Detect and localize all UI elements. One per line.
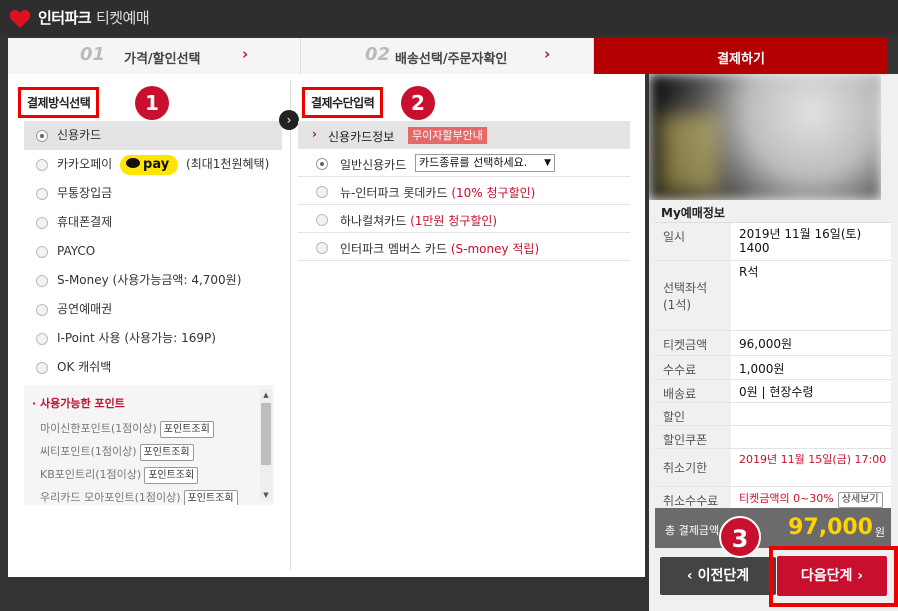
booking-info-table: 일시 2019년 11월 16일(토) 1400 선택좌석 (1석) R석 티켓… (655, 222, 891, 513)
column-divider (290, 80, 291, 570)
previous-step-button[interactable]: ‹ 이전단계 (660, 557, 776, 595)
radio-button[interactable] (316, 242, 328, 254)
payment-content: 결제방식선택 1 신용카드 카카오페이 pay (최대1천원혜택) 무통장입금 (8, 74, 645, 577)
radio-button[interactable] (316, 214, 328, 226)
radio-button[interactable] (316, 158, 328, 170)
total-amount-bar: 총 결제금액 97,000 원 (655, 508, 891, 548)
card-option-members[interactable]: 인터파크 멤버스 카드 (S-money 적립) (298, 233, 630, 261)
step-2[interactable]: 02 배송선택/주문자확인 › (301, 38, 594, 74)
detail-view-button[interactable]: 상세보기 (837, 492, 883, 508)
caret-right-icon: › (312, 127, 317, 141)
card-type-select[interactable]: 카드종류를 선택하세요. ▼ (415, 154, 555, 172)
radio-button[interactable] (36, 188, 48, 200)
radio-button[interactable] (316, 186, 328, 198)
card-options: 일반신용카드 카드종류를 선택하세요. ▼ 뉴-인터파크 롯데카드 (10% 청구… (298, 149, 630, 261)
total-amount: 97,000 (788, 515, 873, 540)
next-step-button[interactable]: 다음단계 › (777, 556, 887, 596)
method-ok-cashbag[interactable]: OK 캐쉬백 (24, 353, 282, 382)
step-1[interactable]: 01 가격/할인선택 › (8, 38, 301, 74)
info-row-seat: 선택좌석 (1석) R석 (655, 261, 891, 331)
dropdown-arrow-icon: ▼ (544, 158, 551, 168)
chevron-right-icon: › (544, 45, 551, 63)
method-bank-transfer[interactable]: 무통장입금 (24, 179, 282, 208)
points-row: KB포인트리(1점이상) 포인트조회 (40, 466, 199, 484)
top-header: 인터파크 티켓예매 (0, 0, 898, 36)
step-badge-1: 1 (135, 86, 169, 120)
info-row-ticket-price: 티켓금액 96,000원 (655, 331, 891, 356)
points-lookup-button[interactable]: 포인트조회 (144, 467, 199, 484)
kakaopay-logo: pay (120, 154, 179, 175)
info-row-coupon: 할인쿠폰 (655, 426, 891, 449)
poster-image (649, 74, 881, 200)
points-lookup-button[interactable]: 포인트조회 (159, 421, 214, 438)
interest-free-info-button[interactable]: 무이자할부안내 (408, 127, 487, 144)
step-1-number: 01 (80, 44, 106, 65)
method-ipoint[interactable]: I-Point 사용 (사용가능: 169P) (24, 324, 282, 353)
credit-card-info-header: › 신용카드정보 무이자할부안내 (298, 121, 630, 149)
radio-button[interactable] (36, 130, 48, 142)
info-row-cancel-deadline: 취소기한 2019년 11월 15일(금) 17:00 (655, 449, 891, 487)
info-row-discount: 할인 (655, 403, 891, 426)
chevron-right-icon: › (242, 45, 249, 63)
step-1-label: 가격/할인선택 (124, 52, 201, 67)
points-row: 마이신한포인트(1점이상) 포인트조회 (40, 420, 214, 438)
points-lookup-button[interactable]: 포인트조회 (139, 444, 194, 461)
method-payco[interactable]: PAYCO (24, 237, 282, 266)
heart-logo-icon (9, 10, 31, 28)
step-3-active[interactable]: 결제하기 (594, 38, 888, 74)
step-navigation: 01 가격/할인선택 › 02 배송선택/주문자확인 › 결제하기 (8, 38, 888, 74)
info-row-shipping: 배송료 0원 | 현장수령 (655, 380, 891, 403)
payment-method-list: 신용카드 카카오페이 pay (최대1천원혜택) 무통장입금 휴대폰결제 PAY… (24, 121, 282, 382)
step-2-label: 배송선택/주문자확인 (395, 52, 508, 67)
radio-button[interactable] (36, 159, 48, 171)
available-points-box: · 사용가능한 포인트 마이신한포인트(1점이상) 포인트조회 씨티포인트(1점이… (24, 385, 274, 505)
step-2-number: 02 (365, 44, 391, 65)
points-scrollbar[interactable]: ▲ ▼ (260, 389, 272, 501)
step-badge-2: 2 (401, 86, 435, 120)
payment-method-title: 결제방식선택 (18, 87, 100, 118)
info-row-fee: 수수료 1,000원 (655, 356, 891, 380)
payment-input-title: 결제수단입력 (302, 87, 384, 118)
radio-button[interactable] (36, 275, 48, 287)
radio-button[interactable] (36, 246, 48, 258)
card-option-general[interactable]: 일반신용카드 카드종류를 선택하세요. ▼ (298, 149, 630, 177)
scroll-up-icon[interactable]: ▲ (260, 389, 272, 401)
chevron-right-icon[interactable]: › (279, 110, 299, 130)
points-row: 우리카드 모아포인트(1점이상) 포인트조회 (40, 489, 238, 505)
booking-summary-panel: My예매정보 일시 2019년 11월 16일(토) 1400 선택좌석 (1석… (649, 74, 898, 611)
radio-button[interactable] (36, 304, 48, 316)
speech-bubble-icon (126, 158, 141, 168)
app-title: 인터파크 티켓예매 (38, 9, 150, 27)
points-row: 씨티포인트(1점이상) 포인트조회 (40, 443, 194, 461)
payment-input-panel: 결제수단입력 2 › 신용카드정보 무이자할부안내 일반신용카드 카드종류를 선… (298, 74, 638, 274)
my-booking-title: My예매정보 (661, 206, 725, 220)
card-option-hana[interactable]: 하나컬쳐카드 (1만원 청구할인) (298, 205, 630, 233)
method-mobile[interactable]: 휴대폰결제 (24, 208, 282, 237)
payment-method-panel: 결제방식선택 1 신용카드 카카오페이 pay (최대1천원혜택) 무통장입금 (18, 74, 282, 514)
step-badge-3: 3 (719, 516, 761, 558)
method-kakaopay[interactable]: 카카오페이 pay (최대1천원혜택) (24, 150, 282, 179)
radio-button[interactable] (36, 362, 48, 374)
radio-button[interactable] (36, 333, 48, 345)
radio-button[interactable] (36, 217, 48, 229)
points-lookup-button[interactable]: 포인트조회 (183, 490, 238, 505)
method-credit-card[interactable]: 신용카드 (24, 121, 282, 150)
method-smoney[interactable]: S-Money (사용가능금액: 4,700원) (24, 266, 282, 295)
card-option-lotte[interactable]: 뉴-인터파크 롯데카드 (10% 청구할인) (298, 177, 630, 205)
points-title: · 사용가능한 포인트 (32, 397, 125, 410)
info-row-date: 일시 2019년 11월 16일(토) 1400 (655, 223, 891, 261)
step-3-label: 결제하기 (717, 52, 765, 67)
scrollbar-thumb[interactable] (261, 403, 271, 465)
scroll-down-icon[interactable]: ▼ (260, 489, 272, 501)
method-voucher[interactable]: 공연예매권 (24, 295, 282, 324)
